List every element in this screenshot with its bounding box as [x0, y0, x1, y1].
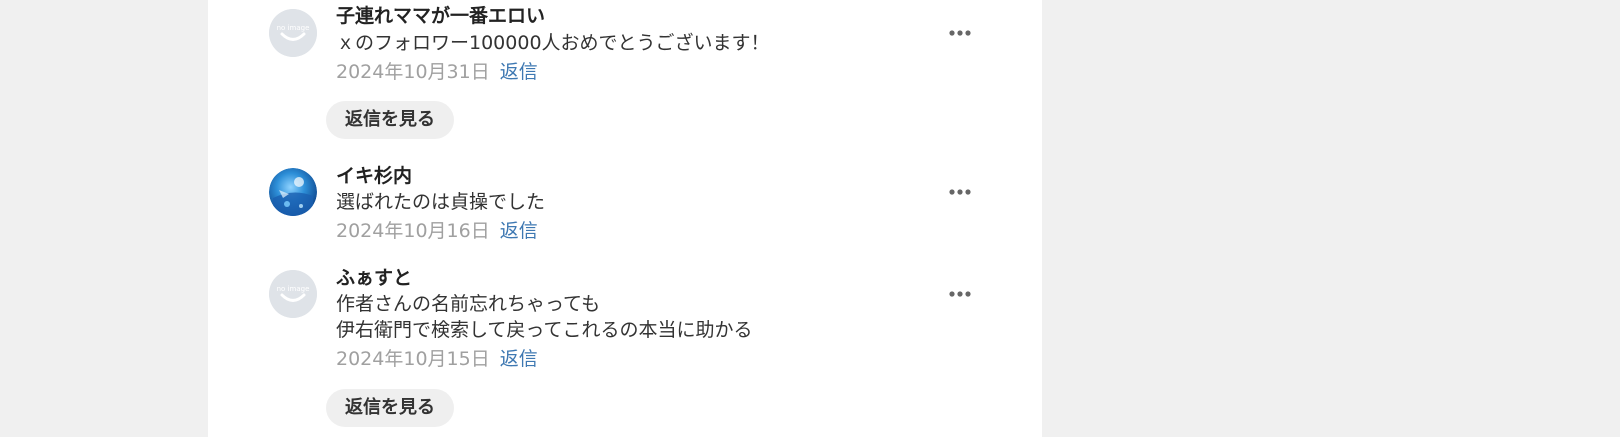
- more-horizontal-icon[interactable]: [944, 284, 976, 304]
- comment-date: 2024年10月15日: [336, 348, 490, 370]
- view-replies-button[interactable]: 返信を見る: [326, 101, 454, 139]
- comment-date: 2024年10月31日: [336, 61, 490, 83]
- comment-meta: 2024年10月15日 返信: [336, 346, 538, 372]
- view-replies-button[interactable]: 返信を見る: [326, 389, 454, 427]
- comment-author[interactable]: イキ杉内: [336, 164, 412, 188]
- comment-text-line: 伊右衛門で検索して戻ってこれるの本当に助かる: [336, 319, 753, 341]
- comments-panel: no image 子連れママが一番エロい ｘのフォロワー100000人おめでとう…: [208, 0, 1042, 437]
- more-horizontal-icon[interactable]: [944, 23, 976, 43]
- comment-author[interactable]: 子連れママが一番エロい: [336, 4, 545, 28]
- no-image-avatar-icon[interactable]: no image: [269, 9, 317, 57]
- reply-link[interactable]: 返信: [500, 220, 538, 242]
- comment-author[interactable]: ふぁすと: [336, 266, 412, 290]
- no-image-avatar-icon[interactable]: no image: [269, 270, 317, 318]
- more-horizontal-icon[interactable]: [944, 182, 976, 202]
- comment-date: 2024年10月16日: [336, 220, 490, 242]
- svg-text:no image: no image: [277, 285, 310, 293]
- reply-link[interactable]: 返信: [500, 61, 538, 83]
- photo-avatar-icon[interactable]: [269, 168, 317, 216]
- comment-text-line: 選ばれたのは貞操でした: [336, 191, 546, 213]
- comment-text-line: ｘのフォロワー100000人おめでとうございます！: [336, 32, 770, 54]
- reply-link[interactable]: 返信: [500, 348, 538, 370]
- comment-text-line: 作者さんの名前忘れちゃっても: [336, 293, 601, 315]
- comment-meta: 2024年10月16日 返信: [336, 218, 538, 244]
- comment-meta: 2024年10月31日 返信: [336, 59, 538, 85]
- svg-text:no image: no image: [277, 24, 310, 32]
